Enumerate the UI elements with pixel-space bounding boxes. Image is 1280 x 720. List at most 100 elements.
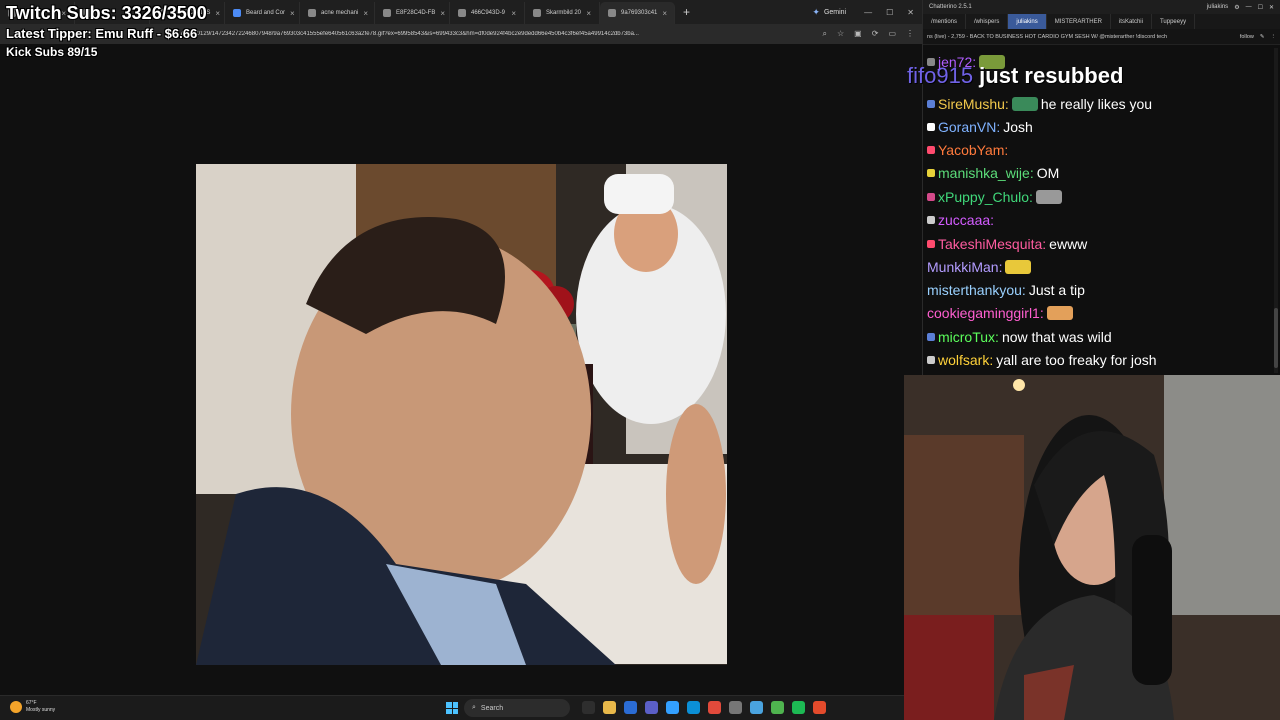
chat-window: Chatterino 2.5.1 juliakins ⚙ — ☐ ✕ /ment… [922, 0, 1280, 375]
tab-close-icon[interactable]: × [215, 9, 220, 18]
tab-close-icon[interactable]: × [586, 9, 591, 18]
chat-username[interactable]: SireMushu: [938, 96, 1009, 112]
taskbar-app-icon[interactable] [708, 701, 721, 714]
chat-username[interactable]: TakeshiMesquita: [938, 236, 1046, 252]
chat-message: GoranVN: Josh [927, 116, 1033, 138]
browser-tab[interactable]: Skarmbild 20 × [525, 2, 600, 24]
cast-icon[interactable]: ▭ [888, 29, 896, 39]
chat-user[interactable]: juliakins [1207, 4, 1228, 10]
minimize-icon[interactable]: — [1246, 4, 1252, 10]
chat-badge-icon[interactable] [927, 100, 935, 108]
maximize-icon[interactable]: ☐ [886, 8, 893, 17]
chat-tab[interactable]: juliakins [1008, 14, 1047, 29]
chat-username[interactable]: microTux: [938, 329, 999, 345]
twitch-subs-counter: Twitch Subs: 3326/3500 [6, 3, 207, 23]
gif-image [196, 164, 727, 665]
new-tab-button[interactable]: + [675, 5, 698, 19]
edit-icon[interactable]: ✎ [1260, 34, 1265, 40]
chat-username[interactable]: manishka_wije: [938, 165, 1034, 181]
tab-favicon-icon [533, 9, 541, 17]
chat-tab[interactable]: Tuppeeyy [1152, 14, 1196, 29]
weather-desc: Mostly sunny [26, 707, 56, 713]
close-icon[interactable]: ✕ [907, 8, 914, 17]
chat-username[interactable]: misterthankyou: [927, 282, 1026, 298]
follow-link[interactable]: follow [1240, 34, 1254, 40]
resub-alert: fifo915 just resubbed [907, 63, 1123, 89]
chat-username[interactable]: MunkkiMan: [927, 259, 1002, 275]
reload-icon[interactable]: ⟳ [872, 29, 879, 39]
more-icon[interactable]: ⋮ [1271, 34, 1277, 40]
browser-tab[interactable]: Beard and Cor × [225, 2, 300, 24]
chat-message-text: OM [1036, 165, 1060, 181]
extension-icon[interactable]: ▣ [854, 29, 862, 39]
chat-username[interactable]: xPuppy_Chulo: [938, 189, 1033, 205]
chat-message: manishka_wije: OM [927, 162, 1059, 184]
taskbar-app-icon[interactable] [750, 701, 763, 714]
taskbar-app-icon[interactable] [813, 701, 826, 714]
taskbar-app-icon[interactable] [582, 701, 595, 714]
chat-emote-icon [1035, 190, 1062, 204]
minimize-icon[interactable]: — [864, 8, 872, 17]
taskbar-app-icon[interactable] [771, 701, 784, 714]
chat-username[interactable]: YacobYam: [938, 142, 1008, 158]
tab-close-icon[interactable]: × [440, 9, 445, 18]
tab-favicon-icon [308, 9, 316, 17]
chat-message-text: Josh [1003, 119, 1033, 135]
browser-tab[interactable]: acne mechani × [300, 2, 375, 24]
url-text[interactable]: 718320129/147234272246807948/9a769303c41… [180, 31, 740, 37]
chat-badge-icon[interactable] [927, 123, 935, 131]
taskbar-app-icon[interactable] [645, 701, 658, 714]
chat-badge-icon[interactable] [927, 193, 935, 201]
zoom-icon[interactable]: ⌕ [823, 29, 827, 39]
chat-message: MunkkiMan: [927, 256, 1034, 278]
taskbar-app-icon[interactable] [687, 701, 700, 714]
tab-close-icon[interactable]: × [363, 9, 368, 18]
chat-tab[interactable]: itsKatchii [1111, 14, 1152, 29]
taskbar-app-icon[interactable] [666, 701, 679, 714]
chat-tab[interactable]: MISTERARTHER [1047, 14, 1111, 29]
weather-widget[interactable]: 67°F Mostly sunny [10, 700, 55, 714]
taskbar-app-icon[interactable] [792, 701, 805, 714]
chat-username[interactable]: GoranVN: [938, 119, 1000, 135]
chat-badge-icon[interactable] [927, 333, 935, 341]
taskbar-search[interactable]: ⌕ Search [464, 699, 570, 717]
chat-badge-icon[interactable] [927, 356, 935, 364]
tab-close-icon[interactable]: × [511, 9, 516, 18]
bookmark-star-icon[interactable]: ☆ [837, 29, 844, 39]
chat-message: YacobYam: [927, 139, 1011, 161]
browser-tab[interactable]: 9a769303c41 × [600, 2, 675, 24]
tab-favicon-icon [233, 9, 241, 17]
chat-username[interactable]: zuccaaa: [938, 212, 994, 228]
menu-icon[interactable]: ⋮ [906, 29, 914, 39]
tab-close-icon[interactable]: × [662, 9, 667, 18]
window-controls: — ☐ ✕ [856, 8, 922, 17]
chat-badge-icon[interactable] [927, 240, 935, 248]
tab-label: E8F28C4D-FB [396, 10, 436, 16]
chat-badge-icon[interactable] [927, 169, 935, 177]
browser-tab[interactable]: E8F28C4D-FB × [375, 2, 450, 24]
taskbar-app-icon[interactable] [729, 701, 742, 714]
webcam-feed [904, 375, 1280, 720]
chat-emote-icon [1011, 97, 1038, 111]
chat-badge-icon[interactable] [927, 216, 935, 224]
chat-username[interactable]: cookiegaminggirl1: [927, 305, 1044, 321]
chat-message: wolfsark: yall are too freaky for josh [927, 349, 1157, 371]
chat-badge-icon[interactable] [927, 146, 935, 154]
chat-message-text: yall are too freaky for josh [996, 352, 1157, 368]
gemini-button[interactable]: ✦ Gemini [802, 7, 856, 18]
tab-label: Skarmbild 20 [546, 10, 582, 16]
maximize-icon[interactable]: ☐ [1258, 4, 1263, 11]
close-icon[interactable]: ✕ [1269, 4, 1274, 11]
browser-tab[interactable]: 466C943D-9 × [450, 2, 525, 24]
chat-username[interactable]: wolfsark: [938, 352, 993, 368]
chat-scrollbar[interactable] [1274, 48, 1278, 373]
chat-tab[interactable]: /whispers [966, 14, 1009, 29]
tab-close-icon[interactable]: × [290, 9, 295, 18]
settings-gear-icon[interactable]: ⚙ [1234, 4, 1239, 11]
chat-tab[interactable]: /mentions [923, 14, 967, 29]
chat-scroll-thumb[interactable] [1274, 308, 1278, 368]
start-button[interactable] [446, 702, 458, 714]
taskbar-app-icon[interactable] [603, 701, 616, 714]
tab-label: 466C943D-9 [471, 10, 506, 16]
taskbar-app-icon[interactable] [624, 701, 637, 714]
